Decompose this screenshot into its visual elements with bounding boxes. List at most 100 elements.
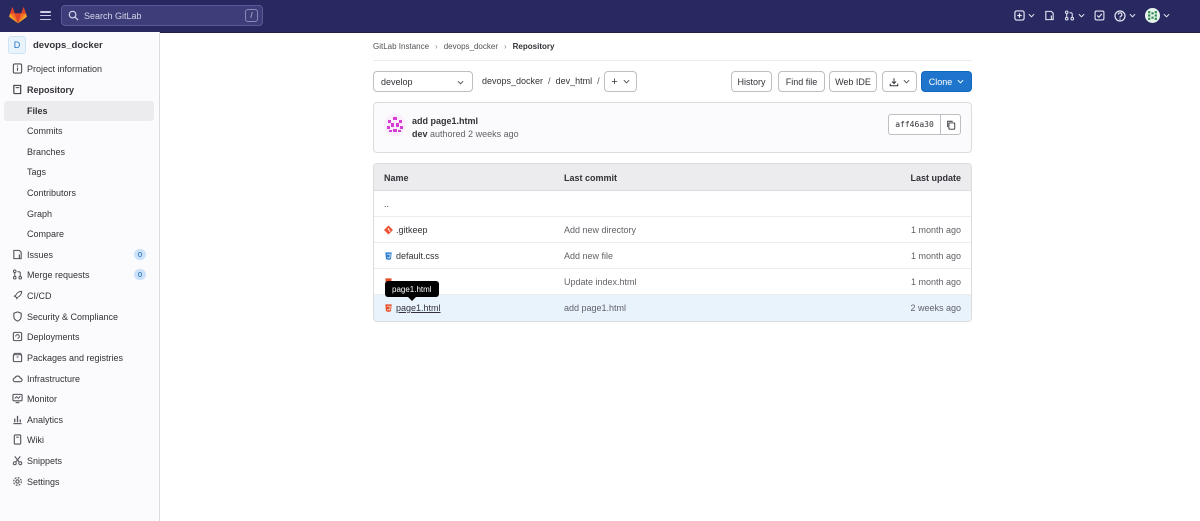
sidebar-item-ci-cd[interactable]: CI/CD — [4, 286, 154, 306]
sidebar-item-deployments[interactable]: Deployments — [4, 327, 154, 347]
sidebar-item-files[interactable]: Files — [4, 101, 154, 121]
css-file-icon — [385, 252, 392, 261]
sidebar-item-issues[interactable]: Issues 0 — [4, 245, 154, 265]
gitlab-logo-icon[interactable] — [9, 7, 27, 24]
table-row-hovered[interactable]: page1.html add page1.html 2 weeks ago — [374, 295, 971, 321]
copy-icon — [946, 120, 955, 130]
sidebar-item-graph[interactable]: Graph — [4, 204, 154, 224]
file-name-link[interactable]: .gitkeep — [396, 225, 428, 235]
help-dropdown[interactable] — [1114, 9, 1136, 22]
commit-title-link[interactable]: add page1.html — [412, 116, 478, 126]
user-menu-dropdown[interactable] — [1145, 8, 1170, 23]
table-row[interactable]: .gitkeep Add new directory 1 month ago — [374, 217, 971, 243]
last-commit-link[interactable]: add page1.html — [564, 303, 626, 313]
search-shortcut-key: / — [245, 9, 258, 22]
issues-nav-button[interactable] — [1044, 10, 1055, 21]
download-dropdown[interactable] — [882, 71, 917, 92]
last-commit-link[interactable]: Update index.html — [564, 277, 637, 287]
plus-square-icon — [1014, 10, 1025, 21]
topbar-actions — [1005, 8, 1170, 23]
sidebar-item-label: Infrastructure — [27, 374, 81, 384]
sidebar-item-analytics[interactable]: Analytics — [4, 410, 154, 430]
chevron-down-icon — [623, 79, 630, 84]
download-icon — [889, 77, 899, 86]
chevron-down-icon — [1129, 13, 1136, 18]
wiki-icon — [13, 434, 22, 445]
breadcrumb-link[interactable]: devops_docker — [444, 42, 498, 51]
sidebar-item-monitor[interactable]: Monitor — [4, 389, 154, 409]
search-input[interactable]: Search GitLab / — [61, 5, 263, 26]
path-segment[interactable]: dev_html — [556, 76, 593, 86]
gitkeep-icon — [384, 225, 393, 235]
sidebar-item-contributors[interactable]: Contributors — [4, 183, 154, 203]
history-button[interactable]: History — [731, 71, 772, 92]
issues-icon — [13, 249, 22, 260]
sidebar-item-label: Branches — [27, 147, 66, 157]
find-file-button[interactable]: Find file — [778, 71, 825, 92]
sidebar-item-wiki[interactable]: Wiki — [4, 430, 154, 450]
sidebar-item-label: Graph — [27, 209, 53, 219]
sidebar-item-settings[interactable]: Settings — [4, 472, 154, 492]
chevron-down-icon — [457, 80, 464, 85]
merge-requests-dropdown[interactable] — [1064, 10, 1085, 21]
create-new-dropdown[interactable] — [1014, 10, 1035, 21]
sidebar-item-label: Commits — [27, 126, 63, 136]
merge-request-icon — [1064, 10, 1075, 21]
info-icon — [12, 63, 23, 74]
last-commit-link[interactable]: Add new directory — [564, 225, 636, 235]
sidebar-item-project-information[interactable]: Project information — [4, 59, 154, 79]
table-row[interactable]: Update index.html 1 month ago — [374, 269, 971, 295]
parent-directory-link[interactable]: .. — [384, 199, 389, 209]
commit-sha-label[interactable]: aff46a30 — [888, 114, 941, 135]
table-header: Name Last commit Last update — [374, 164, 971, 191]
sidebar-item-label: Issues — [27, 250, 54, 260]
file-name-link[interactable]: default.css — [396, 251, 439, 261]
project-header[interactable]: D devops_docker — [8, 36, 103, 54]
sidebar-item-snippets[interactable]: Snippets — [4, 451, 154, 471]
menu-icon[interactable] — [40, 10, 51, 21]
sidebar-item-label: Compare — [27, 229, 65, 239]
breadcrumb-current[interactable]: Repository — [513, 42, 555, 51]
gear-icon — [13, 477, 22, 486]
sidebar-item-merge-requests[interactable]: Merge requests 0 — [4, 265, 154, 285]
todos-button[interactable] — [1094, 10, 1105, 21]
sidebar-item-infrastructure[interactable]: Infrastructure — [4, 369, 154, 389]
sidebar-item-tags[interactable]: Tags — [4, 162, 154, 182]
web-ide-button[interactable]: Web IDE — [829, 71, 877, 92]
sidebar-item-branches[interactable]: Branches — [4, 142, 154, 162]
column-header-last-update: Last update — [910, 173, 961, 183]
branch-selector[interactable]: develop — [373, 71, 473, 92]
clone-dropdown[interactable]: Clone — [921, 71, 972, 92]
sidebar-item-commits[interactable]: Commits — [4, 121, 154, 141]
add-to-tree-dropdown[interactable]: + — [604, 71, 637, 92]
sidebar-item-label: Security & Compliance — [27, 312, 119, 322]
last-commit-link[interactable]: Add new file — [564, 251, 613, 261]
author-avatar[interactable] — [384, 114, 406, 136]
file-name-link[interactable]: page1.html — [396, 303, 441, 313]
chevron-down-icon — [1078, 13, 1085, 18]
commit-meta: dev authored 2 weeks ago — [412, 129, 519, 139]
sidebar-item-packages-registries[interactable]: Packages and registries — [4, 348, 154, 368]
copy-sha-button[interactable] — [940, 114, 961, 135]
last-update-time: 1 month ago — [910, 225, 961, 235]
book-icon — [13, 84, 22, 95]
sidebar-item-label: Tags — [27, 167, 47, 177]
sidebar-item-repository[interactable]: Repository — [4, 80, 154, 100]
table-row[interactable]: default.css Add new file 1 month ago — [374, 243, 971, 269]
sidebar-item-compare[interactable]: Compare — [4, 224, 154, 244]
merge-requests-count-badge: 0 — [134, 269, 146, 280]
commit-author-link[interactable]: dev — [412, 129, 428, 139]
deployments-icon — [12, 331, 23, 342]
file-path: devops_docker / dev_html / — [482, 76, 605, 86]
sidebar-item-security-compliance[interactable]: Security & Compliance — [4, 307, 154, 327]
last-update-time: 2 weeks ago — [910, 303, 961, 313]
table-row-parent-dir[interactable]: .. — [374, 191, 971, 217]
path-separator: / — [597, 76, 600, 86]
chevron-down-icon — [1028, 13, 1035, 18]
top-navbar: Search GitLab / — [0, 0, 1200, 33]
path-segment[interactable]: devops_docker — [482, 76, 543, 86]
breadcrumb-link[interactable]: GitLab Instance — [373, 42, 429, 51]
help-icon — [1114, 9, 1126, 22]
identicon-icon — [1148, 11, 1157, 20]
sidebar-item-label: Contributors — [27, 188, 77, 198]
